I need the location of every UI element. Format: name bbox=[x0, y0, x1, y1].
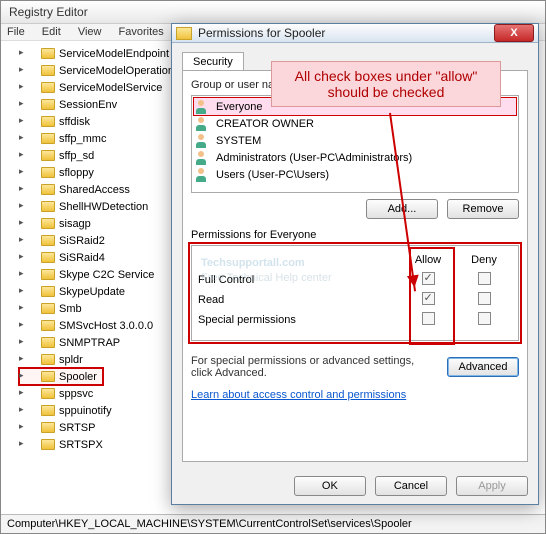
user-name: Users (User-PC\Users) bbox=[216, 169, 329, 181]
tree-item-label: ServiceModelOperation bbox=[59, 65, 174, 77]
col-deny: Deny bbox=[456, 254, 512, 266]
folder-icon bbox=[41, 167, 55, 178]
folder-icon bbox=[41, 439, 55, 450]
advanced-text: For special permissions or advanced sett… bbox=[191, 355, 433, 379]
cancel-button[interactable]: Cancel bbox=[375, 476, 447, 496]
tree-item-label: SMSvcHost 3.0.0.0 bbox=[59, 320, 153, 332]
allow-checkbox[interactable] bbox=[422, 272, 435, 285]
perm-name: Special permissions bbox=[198, 314, 400, 326]
user-row[interactable]: SYSTEM bbox=[194, 132, 516, 149]
folder-icon bbox=[41, 116, 55, 127]
folder-icon bbox=[41, 184, 55, 195]
permissions-label: Permissions for Everyone bbox=[191, 229, 519, 241]
perm-row: Read bbox=[198, 290, 512, 310]
tree-item-label: ServiceModelService bbox=[59, 82, 162, 94]
tree-item-label: SRTSP bbox=[59, 422, 95, 434]
close-button[interactable]: X bbox=[494, 24, 534, 42]
tree-item-label: SiSRaid4 bbox=[59, 252, 105, 264]
menu-file[interactable]: File bbox=[7, 26, 25, 38]
tree-item-label: ShellHWDetection bbox=[59, 201, 148, 213]
tree-item-label: sffdisk bbox=[59, 116, 90, 128]
folder-icon bbox=[41, 218, 55, 229]
tree-item-label: Skype C2C Service bbox=[59, 269, 154, 281]
folder-icon bbox=[41, 354, 55, 365]
folder-icon bbox=[41, 303, 55, 314]
folder-icon bbox=[41, 150, 55, 161]
folder-icon bbox=[41, 422, 55, 433]
tree-item-label: sffp_sd bbox=[59, 150, 94, 162]
tree-item-label: Spooler bbox=[59, 371, 97, 383]
tree-item-label: spldr bbox=[59, 354, 83, 366]
tree-item-label: sisagp bbox=[59, 218, 91, 230]
user-icon bbox=[196, 117, 212, 131]
deny-checkbox[interactable] bbox=[478, 312, 491, 325]
annotation-callout: All check boxes under "allow" should be … bbox=[271, 61, 501, 107]
remove-button[interactable]: Remove bbox=[447, 199, 519, 219]
perm-row: Full Control bbox=[198, 270, 512, 290]
user-name: Administrators (User-PC\Administrators) bbox=[216, 152, 412, 164]
dialog-title: Permissions for Spooler bbox=[198, 26, 494, 40]
folder-icon bbox=[41, 405, 55, 416]
tree-item-label: sppsvc bbox=[59, 388, 93, 400]
user-icon bbox=[196, 168, 212, 182]
user-row[interactable]: Users (User-PC\Users) bbox=[194, 166, 516, 183]
tree-item-label: SRTSPX bbox=[59, 439, 103, 451]
permissions-grid: Allow Deny Full ControlReadSpecial permi… bbox=[191, 245, 519, 341]
security-tab-panel: Group or user names: EveryoneCREATOR OWN… bbox=[182, 70, 528, 462]
folder-icon bbox=[41, 371, 55, 382]
user-name: Everyone bbox=[216, 101, 262, 113]
window-title: Registry Editor bbox=[1, 1, 545, 24]
perm-name: Full Control bbox=[198, 274, 400, 286]
allow-checkbox[interactable] bbox=[422, 312, 435, 325]
tree-item-label: sffp_mmc bbox=[59, 133, 106, 145]
user-icon bbox=[196, 151, 212, 165]
folder-icon bbox=[41, 320, 55, 331]
user-icon bbox=[196, 134, 212, 148]
dialog-titlebar: Permissions for Spooler X bbox=[172, 24, 538, 43]
menu-edit[interactable]: Edit bbox=[42, 26, 61, 38]
folder-icon bbox=[41, 388, 55, 399]
user-row[interactable]: Administrators (User-PC\Administrators) bbox=[194, 149, 516, 166]
ok-button[interactable]: OK bbox=[294, 476, 366, 496]
deny-checkbox[interactable] bbox=[478, 292, 491, 305]
tab-security[interactable]: Security bbox=[182, 52, 244, 71]
folder-icon bbox=[41, 269, 55, 280]
tree-item-label: SharedAccess bbox=[59, 184, 130, 196]
deny-checkbox[interactable] bbox=[478, 272, 491, 285]
tree-item-label: SessionEnv bbox=[59, 99, 117, 111]
folder-icon bbox=[176, 27, 192, 40]
tree-item-label: ServiceModelEndpoint bbox=[59, 48, 169, 60]
menu-favorites[interactable]: Favorites bbox=[119, 26, 164, 38]
perm-row: Special permissions bbox=[198, 310, 512, 330]
advanced-button[interactable]: Advanced bbox=[447, 357, 519, 377]
folder-icon bbox=[41, 252, 55, 263]
apply-button[interactable]: Apply bbox=[456, 476, 528, 496]
tree-item-label: sfloppy bbox=[59, 167, 94, 179]
folder-icon bbox=[41, 82, 55, 93]
menu-view[interactable]: View bbox=[78, 26, 102, 38]
tree-item-label: SNMPTRAP bbox=[59, 337, 120, 349]
tree-item-spooler[interactable]: Spooler bbox=[19, 368, 103, 385]
folder-icon bbox=[41, 337, 55, 348]
tree-item-label: Smb bbox=[59, 303, 82, 315]
folder-icon bbox=[41, 201, 55, 212]
folder-icon bbox=[41, 235, 55, 246]
user-list[interactable]: Everyone CREATOR OWNER SYSTEM Administrator… bbox=[191, 95, 519, 193]
tree-item-label: sppuinotify bbox=[59, 405, 112, 417]
perm-name: Read bbox=[198, 294, 400, 306]
folder-icon bbox=[41, 133, 55, 144]
tree-item-label: SkypeUpdate bbox=[59, 286, 125, 298]
user-icon bbox=[196, 100, 212, 114]
folder-icon bbox=[41, 99, 55, 110]
user-name: CREATOR OWNER bbox=[216, 118, 314, 130]
user-row[interactable]: CREATOR OWNER bbox=[194, 115, 516, 132]
tree-item-label: SiSRaid2 bbox=[59, 235, 105, 247]
folder-icon bbox=[41, 48, 55, 59]
folder-icon bbox=[41, 65, 55, 76]
learn-link[interactable]: Learn about access control and permissio… bbox=[191, 389, 406, 401]
user-name: SYSTEM bbox=[216, 135, 261, 147]
status-bar-path: Computer\HKEY_LOCAL_MACHINE\SYSTEM\Curre… bbox=[1, 514, 545, 533]
allow-checkbox[interactable] bbox=[422, 292, 435, 305]
folder-icon bbox=[41, 286, 55, 297]
